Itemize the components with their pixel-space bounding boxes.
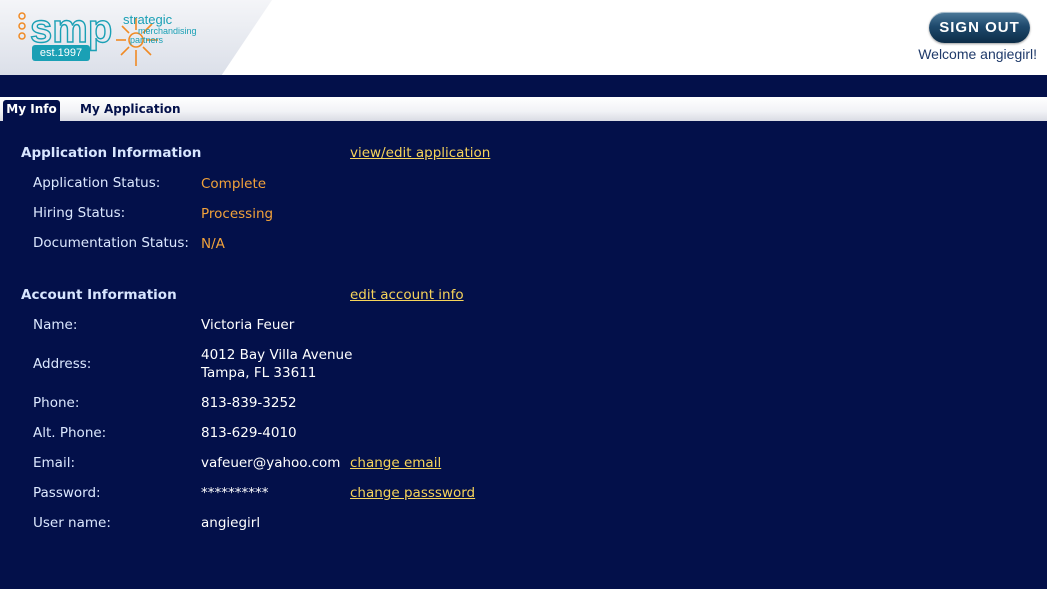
- hiring-status-value: Processing: [201, 206, 274, 222]
- view-edit-application-link[interactable]: view/edit application: [350, 145, 490, 161]
- documentation-status-label: Documentation Status:: [33, 235, 189, 251]
- logo-tagline-partners: partners: [130, 35, 164, 45]
- name-label: Name:: [33, 317, 78, 333]
- change-email-link[interactable]: change email: [350, 455, 441, 471]
- address-label: Address:: [33, 356, 92, 372]
- alt-phone-value: 813-629-4010: [201, 425, 297, 441]
- application-status-value: Complete: [201, 176, 267, 192]
- username-label: User name:: [33, 515, 111, 531]
- sign-out-button[interactable]: SIGN OUT: [929, 12, 1030, 43]
- documentation-status-value: N/A: [201, 236, 225, 252]
- phone-value: 813-839-3252: [201, 395, 297, 411]
- name-value: Victoria Feuer: [201, 317, 295, 333]
- address-line1: 4012 Bay Villa Avenue: [201, 347, 353, 363]
- password-value: **********: [201, 485, 269, 501]
- email-label: Email:: [33, 455, 76, 471]
- change-password-link[interactable]: change passsword: [350, 485, 475, 501]
- account-info-heading: Account Information: [21, 287, 177, 303]
- application-info-heading: Application Information: [21, 145, 202, 161]
- application-status-label: Application Status:: [33, 175, 161, 191]
- tab-my-application[interactable]: My Application: [72, 100, 188, 121]
- tab-my-info[interactable]: My Info: [3, 100, 60, 121]
- logo-tagline-strategic: strategic: [123, 12, 173, 27]
- phone-label: Phone:: [33, 395, 80, 411]
- address-line2: Tampa, FL 33611: [201, 365, 317, 381]
- alt-phone-label: Alt. Phone:: [33, 425, 107, 441]
- header-band: [0, 75, 1047, 97]
- hiring-status-label: Hiring Status:: [33, 205, 126, 221]
- welcome-text: Welcome angiegirl!: [918, 46, 1037, 62]
- edit-account-info-link[interactable]: edit account info: [350, 287, 464, 303]
- password-label: Password:: [33, 485, 101, 501]
- email-value: vafeuer@yahoo.com: [201, 455, 341, 471]
- logo-est-badge: est.1997: [32, 45, 90, 61]
- username-value: angiegirl: [201, 515, 261, 531]
